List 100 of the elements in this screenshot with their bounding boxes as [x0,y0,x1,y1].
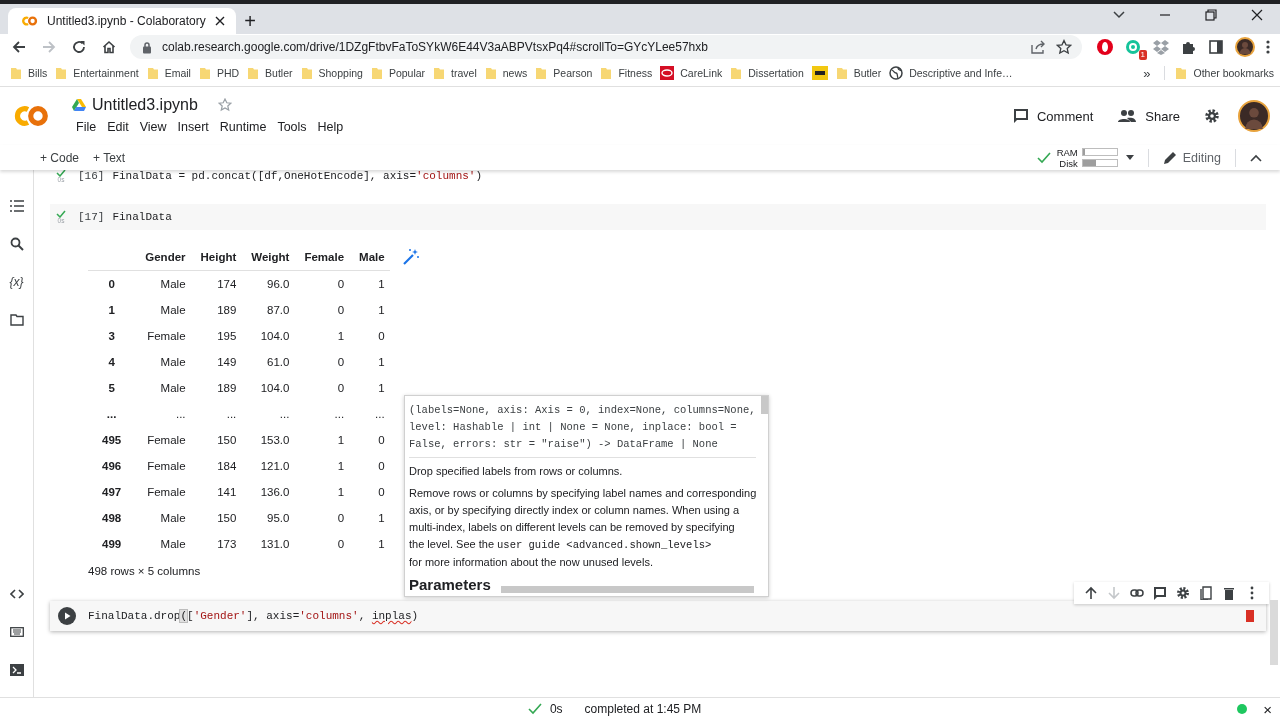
bookmark[interactable]: Entertainment [55,66,139,80]
menu-item[interactable]: Edit [103,118,133,136]
bookmark[interactable]: Other bookmarks [1164,66,1274,80]
code-icon[interactable] [9,589,24,599]
dropbox-icon[interactable] [1152,39,1170,55]
table-cell-text: 149 [216,355,238,370]
bookmark[interactable]: Pearson [535,66,593,80]
table-cell-text: 0 [377,433,386,448]
row-index: 1 [107,303,116,318]
comment-icon[interactable] [1153,586,1167,600]
table-cell: 0 [294,270,350,297]
settings-icon[interactable] [1176,586,1190,600]
editing-button[interactable]: Editing [1162,150,1221,165]
chevron-down-icon[interactable] [1112,10,1126,20]
colab-logo-icon [20,15,38,27]
new-tab-button[interactable]: + [236,8,264,34]
table-cell-text: Male [159,511,187,526]
menu-item[interactable]: Help [313,118,348,136]
table-cell-text: 189 [216,303,238,318]
address-bar[interactable]: colab.research.google.com/drive/1DZgFtbvFaToSYkW6E44V3aABPVtsxPq4#scrollTo=GYcYLee57hxb [130,35,1082,59]
description-text: Remove rows or columns by specifying label names and corresponding axis, or by specifying directly index or column names. When using a multi-index, labels on different levels can be removed by specifying the level. See the user guide <advanced.shown_levels> for more information about the now unused levels. [409,486,757,570]
table-cell-text: Male [159,537,187,552]
more-bookmarks-button[interactable]: » [1137,65,1157,81]
mirror-cell-icon[interactable] [1199,586,1213,600]
add-cell-button[interactable]: + Code [40,150,80,165]
table-footer: 498 rows × 5 columns [88,565,201,577]
delete-icon[interactable] [1222,586,1236,600]
table-cell-text: 150 [216,511,238,526]
link-icon[interactable] [1130,586,1144,600]
table-cell-text: 104.0 [259,381,291,396]
star-icon[interactable] [1056,39,1072,55]
bookmark[interactable]: news [484,66,528,80]
code-line: FinalData [112,211,172,223]
puzzle-icon[interactable] [1181,39,1197,55]
menu-icon[interactable] [1266,39,1270,55]
keyboard-icon[interactable] [9,627,24,637]
reload-icon[interactable] [71,39,87,55]
bookmark[interactable]: Popular [370,66,426,80]
avatar[interactable] [1235,37,1255,57]
close-icon[interactable] [214,16,225,26]
home-icon[interactable] [101,39,117,55]
bookmark[interactable]: travel [433,66,477,80]
share-button[interactable]: Share [1117,108,1180,124]
browser-tab[interactable]: Untitled3.ipynb - Colaboratory [8,8,236,34]
bookmark[interactable]: Descriptive and Infe… [889,66,1013,80]
tab-title: Untitled3.ipynb - Colaboratory [47,14,206,28]
move-up-icon[interactable] [1084,586,1098,600]
pencil-icon [1162,150,1177,165]
bookmark[interactable]: Dissertation [730,66,804,80]
table-cell-text: 1 [336,485,346,500]
collapse-icon[interactable] [1250,153,1262,162]
bookmark[interactable]: Email [146,66,191,80]
folder-icon[interactable] [9,314,24,326]
magic-wand-icon[interactable] [401,248,420,266]
avatar[interactable] [1238,100,1270,132]
side-panel-icon[interactable] [1208,39,1224,55]
grammarly-icon[interactable] [1125,39,1141,55]
star-icon[interactable] [217,98,232,112]
menu-item[interactable]: Tools [273,118,311,136]
bookmark[interactable]: Bills [10,66,48,80]
close-button[interactable]: × [1263,700,1272,718]
bookmark[interactable]: PHD [198,66,240,80]
runtime-status[interactable]: RAM Disk [1036,146,1118,169]
table-cell-text: 131.0 [259,537,291,552]
close-icon[interactable] [1251,9,1263,21]
menu-item[interactable]: Insert [173,118,213,136]
table-of-contents-icon[interactable] [9,200,24,212]
add-cell-button[interactable]: + Text [93,150,126,165]
variables-button[interactable]: {x} [9,275,24,289]
table-cell-text: 0 [377,459,386,474]
opera-icon[interactable] [1096,38,1114,56]
table-cell-text: 0 [336,537,346,552]
search-icon[interactable] [9,237,24,251]
bookmark[interactable]: Butler [247,66,293,80]
notebook-title[interactable]: Untitled3.ipynb [92,96,198,114]
back-icon[interactable] [11,39,27,55]
settings-icon[interactable] [1204,108,1220,124]
bookmark[interactable] [811,66,828,80]
menu-item[interactable]: Runtime [215,118,271,136]
table-cell-text: 173 [216,537,238,552]
share-icon[interactable] [1030,39,1046,55]
run-button[interactable] [58,607,76,625]
terminal-icon[interactable] [9,664,24,676]
table-cell-text: ... [278,407,291,422]
table-cell-text: 104.0 [259,329,291,344]
bookmark[interactable]: Butler [835,66,882,80]
bookmark[interactable]: Fitness [600,66,653,80]
bookmark[interactable]: CareLink [660,66,723,80]
table-cell-text: 1 [336,459,346,474]
bookmark[interactable]: Shopping [300,66,363,80]
restore-icon[interactable] [1205,9,1217,21]
table-cell-text: ... [225,407,238,422]
comment-button[interactable]: Comment [1012,108,1094,124]
menu-item[interactable]: File [72,118,101,136]
folder-icon [198,66,211,80]
row-index: 498 [101,511,123,526]
menu-item[interactable]: View [135,118,171,136]
dropdown-icon[interactable] [1125,155,1134,160]
table-cell-text: 189 [216,381,238,396]
usage-meter [1081,159,1118,167]
